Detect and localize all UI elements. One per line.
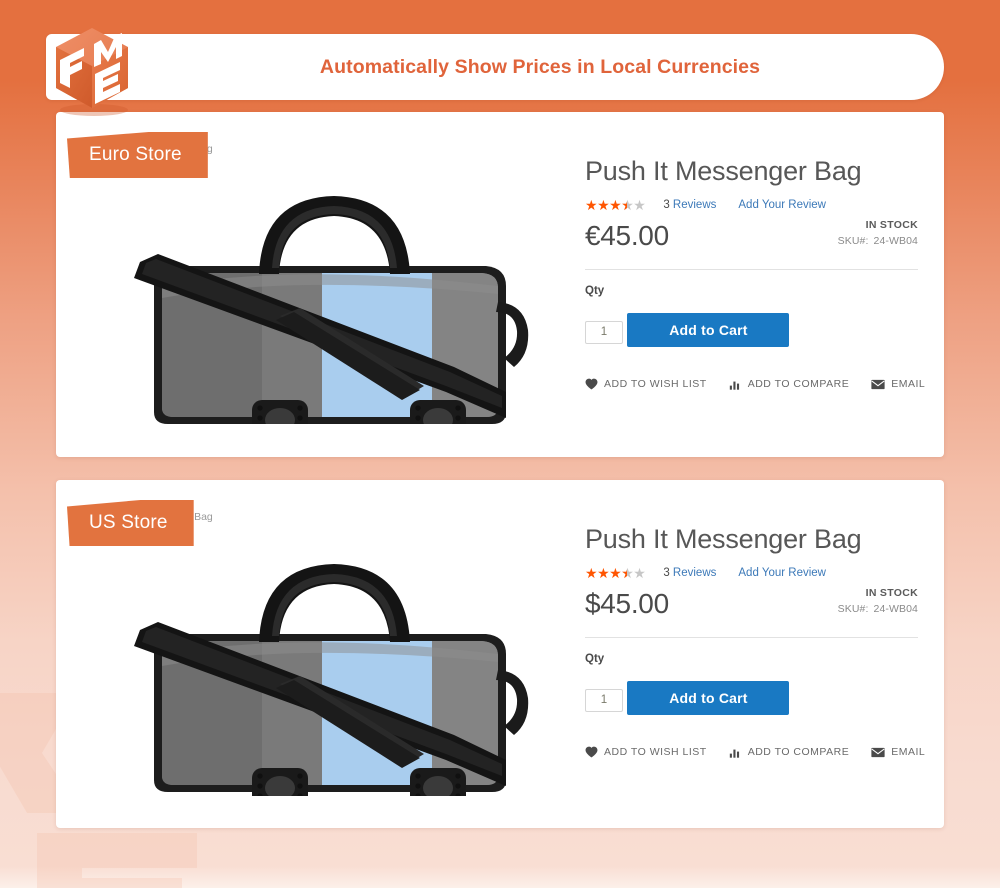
promo-page: Automatically Show Prices in Local Curre… <box>0 0 1000 893</box>
action-label: EMAIL <box>891 746 926 759</box>
heart-icon <box>585 746 598 758</box>
action-label: ADD TO COMPARE <box>747 746 850 759</box>
qty-label: Qty <box>585 285 605 298</box>
sku-label: SKU#: <box>837 603 869 616</box>
reviews-link[interactable]: 3 Reviews <box>663 567 716 579</box>
star-3-icon: ★ <box>609 196 622 213</box>
star-1-icon: ★ <box>585 196 598 213</box>
bar-chart-icon <box>729 378 742 390</box>
store-card-us: ger Bag US Store Push It Messenger Bag ★… <box>56 480 944 828</box>
qty-label: Qty <box>585 653 605 666</box>
product-title: Push It Messenger Bag <box>585 156 862 186</box>
star-2-icon: ★ <box>597 196 610 213</box>
divider <box>585 637 918 639</box>
star-1-icon: ★ <box>585 564 598 581</box>
email-link[interactable]: EMAIL <box>871 746 925 758</box>
action-label: ADD TO WISH LIST <box>604 378 707 391</box>
rating-stars[interactable]: ★ ★ ★ ★ ★ <box>585 196 646 213</box>
rating-row[interactable]: ★ ★ ★ ★ ★ 3 Reviews Add Your Review <box>585 197 918 212</box>
star-4-icon: ★ <box>621 198 634 212</box>
stock-block: IN STOCK SKU#: 24-WB04 <box>838 219 918 247</box>
price-row: $45.00 IN STOCK SKU#: 24-WB04 <box>585 586 918 630</box>
rating-row[interactable]: ★ ★ ★ ★ ★ 3 Reviews Add Your Review <box>585 565 918 580</box>
divider <box>585 269 918 271</box>
rating-stars[interactable]: ★ ★ ★ ★ ★ <box>585 564 646 581</box>
status-badge: IN STOCK <box>865 219 918 232</box>
sku-value: 24-WB04 <box>873 235 918 248</box>
sku: SKU#: 24-WB04 <box>838 235 918 247</box>
product-title: Push It Messenger Bag <box>585 524 862 554</box>
product-image-us[interactable] <box>94 530 574 815</box>
action-label: EMAIL <box>891 378 926 391</box>
header-bar: Automatically Show Prices in Local Curre… <box>46 34 944 100</box>
reviews-count: 3 <box>663 566 670 579</box>
add-your-review-link[interactable]: Add Your Review <box>738 567 826 579</box>
sku: SKU#: 24-WB04 <box>838 603 918 615</box>
page-title: Automatically Show Prices in Local Curre… <box>319 56 761 78</box>
status-badge: IN STOCK <box>865 587 918 600</box>
stock-block: IN STOCK SKU#: 24-WB04 <box>838 587 918 615</box>
star-4-icon: ★ <box>621 566 634 580</box>
envelope-icon <box>871 379 885 390</box>
star-5-icon: ★ <box>633 564 646 581</box>
add-to-cart-button[interactable]: Add to Cart <box>627 313 790 348</box>
push-it-messenger-bag-photo <box>94 530 574 815</box>
star-5-icon: ★ <box>633 196 646 213</box>
product-actions: ADD TO WISH LIST ADD TO COMPARE EMAIL <box>585 746 925 758</box>
sku-value: 24-WB04 <box>873 603 918 616</box>
envelope-icon <box>871 747 885 758</box>
reviews-link[interactable]: 3 Reviews <box>663 199 716 211</box>
add-to-cart-button[interactable]: Add to Cart <box>627 681 790 716</box>
star-2-icon: ★ <box>597 564 610 581</box>
price-row: €45.00 IN STOCK SKU#: 24-WB04 <box>585 218 918 262</box>
reviews-label: Reviews <box>672 198 717 211</box>
store-tag-euro: Euro Store <box>67 132 208 178</box>
product-actions: ADD TO WISH LIST ADD TO COMPARE EMAIL <box>585 378 925 390</box>
reviews-count: 3 <box>663 198 670 211</box>
product-info-euro: Push It Messenger Bag ★ ★ ★ ★ ★ 3 Review… <box>585 156 925 390</box>
push-it-messenger-bag-photo <box>94 162 574 447</box>
reviews-label: Reviews <box>672 566 717 579</box>
bar-chart-icon <box>729 746 742 758</box>
quantity-stepper[interactable] <box>585 688 623 712</box>
add-your-review-link[interactable]: Add Your Review <box>738 199 826 211</box>
action-label: ADD TO WISH LIST <box>604 746 707 759</box>
add-to-compare-link[interactable]: ADD TO COMPARE <box>729 746 850 758</box>
email-link[interactable]: EMAIL <box>871 378 925 390</box>
action-label: ADD TO COMPARE <box>747 378 850 391</box>
star-3-icon: ★ <box>609 564 622 581</box>
quantity-stepper[interactable] <box>585 320 623 344</box>
fme-cube-logo-icon <box>56 28 128 116</box>
store-card-euro: ger Bag Euro Store <box>56 112 944 457</box>
store-tag-us: US Store <box>67 500 194 546</box>
heart-icon <box>585 378 598 390</box>
add-to-wish-list-link[interactable]: ADD TO WISH LIST <box>585 378 707 390</box>
product-image-euro[interactable] <box>94 162 574 447</box>
add-to-wish-list-link[interactable]: ADD TO WISH LIST <box>585 746 707 758</box>
sku-label: SKU#: <box>837 235 869 248</box>
add-to-compare-link[interactable]: ADD TO COMPARE <box>729 378 850 390</box>
product-info-us: Push It Messenger Bag ★ ★ ★ ★ ★ 3 Review… <box>585 524 925 758</box>
